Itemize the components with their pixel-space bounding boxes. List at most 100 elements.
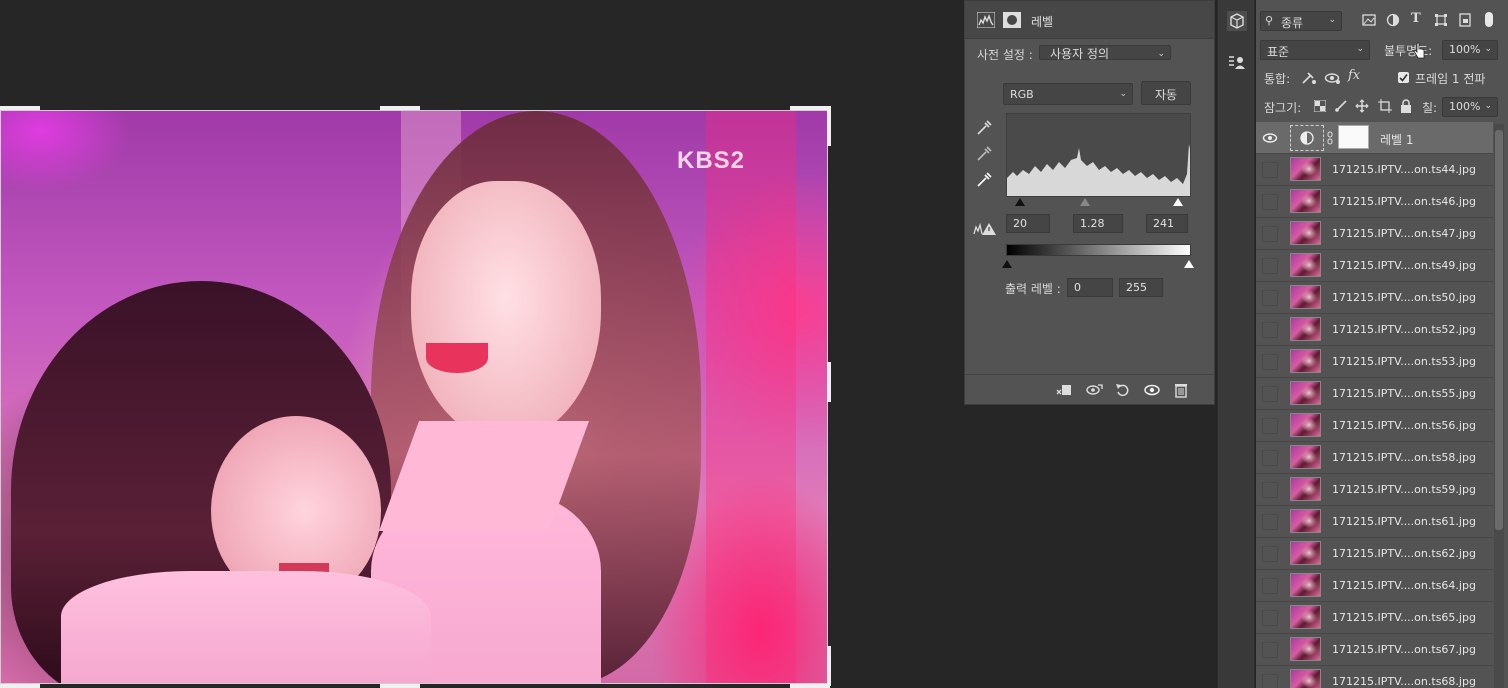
layer-visibility-toggle[interactable] [1262,674,1278,688]
layer-comps-icon[interactable] [1226,52,1248,74]
filter-shape-layer-icon[interactable] [1434,13,1448,27]
transform-handle-right-top[interactable] [827,106,831,146]
layer-row[interactable]: 171215.IPTV....on.ts53.jpg [1256,346,1493,378]
blend-mode-dropdown[interactable]: 표준 ⌄ [1260,40,1370,60]
lock-transparent-pixels-icon[interactable] [1314,100,1326,112]
layer-visibility-toggle[interactable] [1262,354,1278,370]
input-black-field[interactable]: 20 [1006,214,1050,233]
input-white-slider[interactable] [1173,198,1183,206]
layer-visibility-toggle[interactable] [1262,386,1278,402]
layer-row[interactable]: 171215.IPTV....on.ts58.jpg [1256,442,1493,474]
layer-row[interactable]: 171215.IPTV....on.ts67.jpg [1256,634,1493,666]
mask-link-chain-icon[interactable] [1327,131,1333,145]
layer-visibility-toggle[interactable] [1262,194,1278,210]
layers-scrollbar[interactable] [1494,124,1504,688]
layer-visibility-toggle[interactable] [1262,418,1278,434]
lock-all-padlock-icon[interactable] [1400,99,1412,113]
toggle-visibility-eye-icon[interactable] [1143,381,1161,399]
layer-visibility-toggle[interactable] [1262,578,1278,594]
layer-row[interactable]: 171215.IPTV....on.ts56.jpg [1256,410,1493,442]
output-white-field[interactable]: 255 [1119,278,1163,297]
input-white-field[interactable]: 241 [1146,214,1188,233]
unify-visibility-icon[interactable] [1324,70,1342,86]
transform-handle-top-mid[interactable] [380,106,420,110]
filter-toggle-switch[interactable] [1485,12,1493,27]
clipping-warning-icon[interactable] [973,221,997,237]
layer-row-levels-adjustment[interactable]: 레벨 1 [1256,122,1493,154]
input-black-slider[interactable] [1015,198,1025,206]
auto-button[interactable]: 자동 [1141,81,1191,105]
unify-style-fx-icon[interactable]: fx [1348,68,1360,83]
layer-visibility-toggle[interactable] [1262,514,1278,530]
output-black-slider[interactable] [1002,260,1012,268]
transform-handle-right-bottom[interactable] [827,646,831,686]
channel-dropdown[interactable]: RGB ⌄ [1003,83,1133,105]
layer-name: 171215.IPTV....on.ts50.jpg [1332,291,1476,304]
filter-pixel-layer-icon[interactable] [1362,13,1376,27]
input-gamma-slider[interactable] [1080,198,1090,206]
layer-row[interactable]: 171215.IPTV....on.ts50.jpg [1256,282,1493,314]
layer-row[interactable]: 171215.IPTV....on.ts49.jpg [1256,250,1493,282]
layer-row[interactable]: 171215.IPTV....on.ts62.jpg [1256,538,1493,570]
lock-label: 잠그기: [1264,101,1302,115]
white-point-eyedropper-icon[interactable] [975,171,993,189]
layer-visibility-eye-icon[interactable] [1262,130,1278,146]
transform-handle-top-right[interactable] [790,106,830,110]
black-point-eyedropper-icon[interactable] [975,119,993,137]
unify-position-icon[interactable] [1300,70,1318,86]
layer-row[interactable]: 171215.IPTV....on.ts59.jpg [1256,474,1493,506]
output-white-slider[interactable] [1184,260,1194,268]
layer-row[interactable]: 171215.IPTV....on.ts46.jpg [1256,186,1493,218]
filter-type-layer-icon[interactable]: T [1411,11,1421,26]
layer-visibility-toggle[interactable] [1262,258,1278,274]
layer-row[interactable]: 171215.IPTV....on.ts65.jpg [1256,602,1493,634]
layer-visibility-toggle[interactable] [1262,226,1278,242]
transform-handle-right-mid[interactable] [827,362,831,402]
unify-label: 통합: [1264,72,1291,86]
layer-visibility-toggle[interactable] [1262,450,1278,466]
clip-to-layer-icon[interactable] [1055,381,1073,399]
layer-row[interactable]: 171215.IPTV....on.ts55.jpg [1256,378,1493,410]
trash-icon[interactable] [1172,381,1190,399]
propagate-frame-checkbox[interactable] [1398,72,1409,83]
layer-row[interactable]: 171215.IPTV....on.ts64.jpg [1256,570,1493,602]
lock-position-move-icon[interactable] [1355,99,1369,113]
layer-visibility-toggle[interactable] [1262,642,1278,658]
layer-visibility-toggle[interactable] [1262,610,1278,626]
filter-adjustment-layer-icon[interactable] [1386,13,1400,27]
filter-smart-object-icon[interactable] [1458,13,1472,27]
layer-row[interactable]: 171215.IPTV....on.ts61.jpg [1256,506,1493,538]
mask-icon[interactable] [1003,12,1021,28]
layer-visibility-toggle[interactable] [1262,546,1278,562]
layer-row[interactable]: 171215.IPTV....on.ts44.jpg [1256,154,1493,186]
layer-mask-thumbnail[interactable] [1338,125,1369,149]
layer-filter-kind-dropdown[interactable]: ⚲ 종류 ⌄ [1260,11,1342,31]
layers-scrollbar-thumb[interactable] [1495,130,1503,530]
canvas-document[interactable]: KBS2 [0,110,828,684]
3d-cube-icon[interactable] [1226,10,1248,32]
layer-visibility-toggle[interactable] [1262,162,1278,178]
transform-handle-bottom-right[interactable] [790,684,830,688]
layer-thumbnail [1290,637,1321,661]
gray-point-eyedropper-icon[interactable] [975,145,993,163]
input-gamma-field[interactable]: 1.28 [1073,214,1123,233]
layer-row[interactable]: 171215.IPTV....on.ts47.jpg [1256,218,1493,250]
reset-icon[interactable] [1114,381,1132,399]
levels-histogram-icon[interactable] [977,12,995,28]
layer-visibility-toggle[interactable] [1262,482,1278,498]
opacity-field[interactable]: 100% ⌄ [1442,40,1498,60]
transform-handle-top-left[interactable] [0,106,40,110]
layer-visibility-toggle[interactable] [1262,290,1278,306]
transform-handle-bottom-mid[interactable] [380,684,420,688]
view-previous-state-icon[interactable] [1085,381,1103,399]
lock-image-pixels-brush-icon[interactable] [1334,99,1348,113]
chevron-down-icon: ⌄ [1356,44,1364,54]
transform-handle-bottom-left[interactable] [0,684,40,688]
fill-field[interactable]: 100% ⌄ [1442,97,1498,117]
layer-visibility-toggle[interactable] [1262,322,1278,338]
output-black-field[interactable]: 0 [1067,278,1113,297]
preset-dropdown[interactable]: 사용자 정의 ⌄ [1039,45,1171,61]
lock-artboard-icon[interactable] [1378,99,1392,113]
layer-row[interactable]: 171215.IPTV....on.ts68.jpg [1256,666,1493,688]
layer-row[interactable]: 171215.IPTV....on.ts52.jpg [1256,314,1493,346]
